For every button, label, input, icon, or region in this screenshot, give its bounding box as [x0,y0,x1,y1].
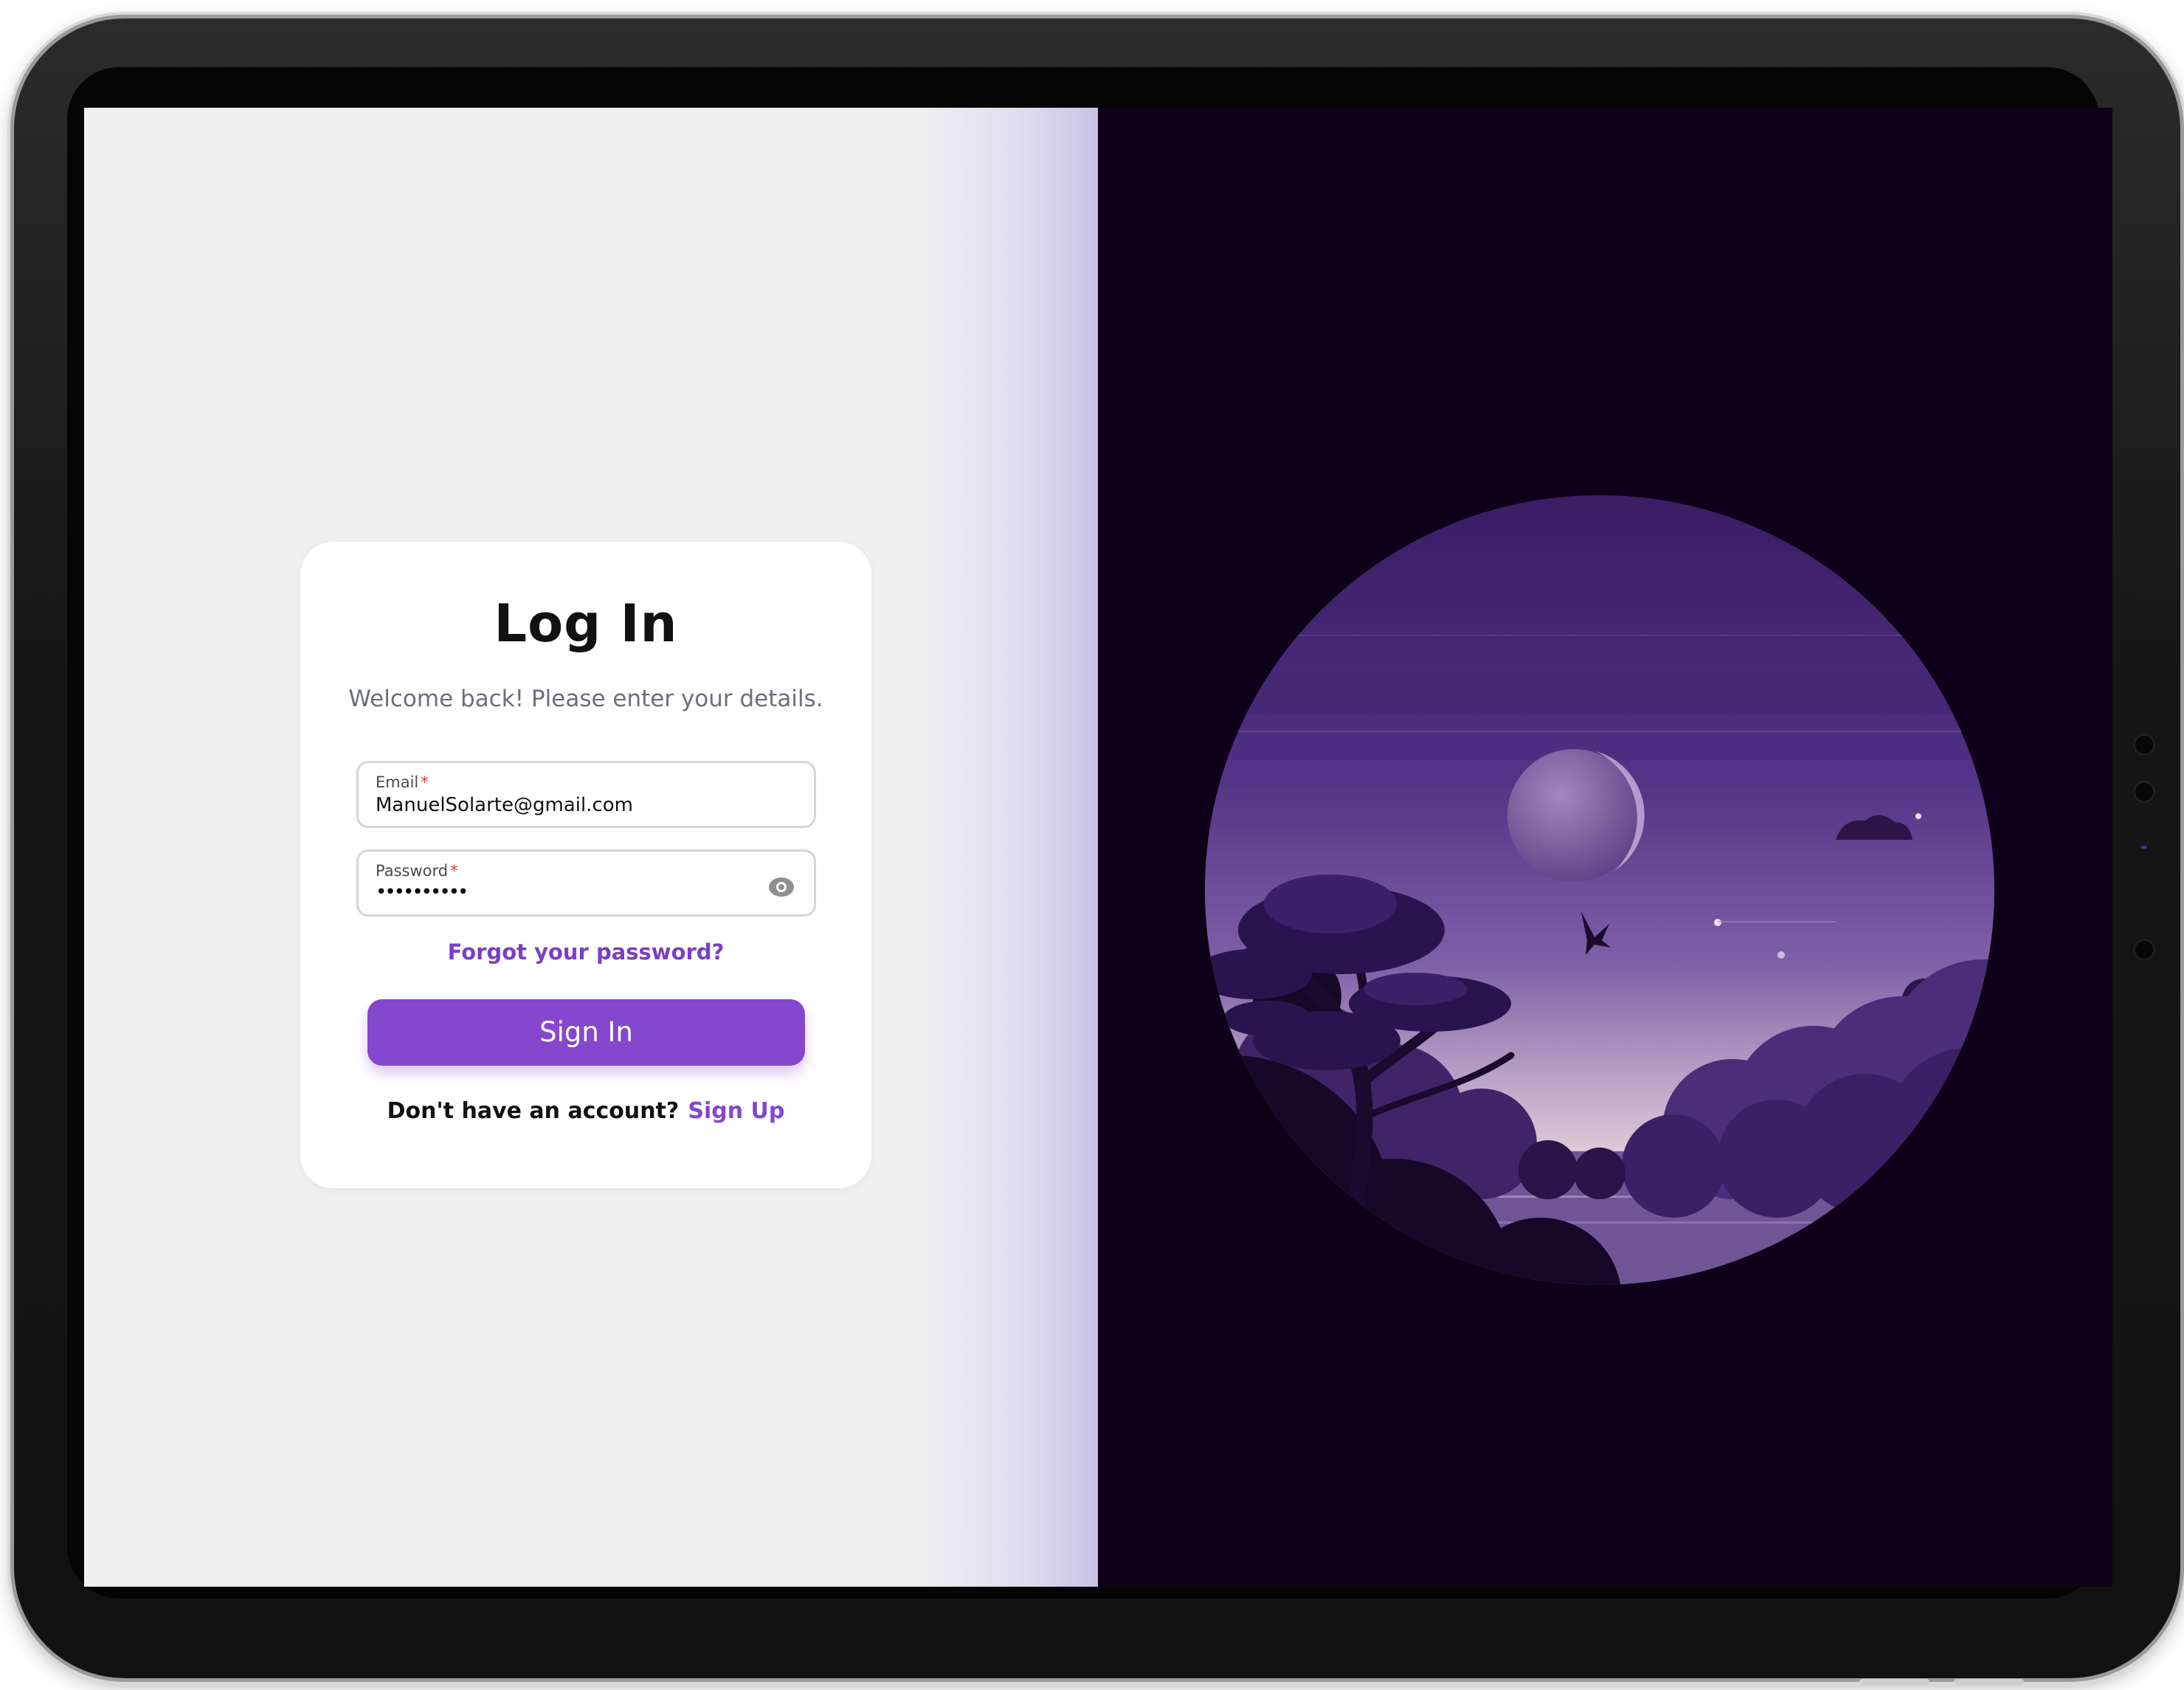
side-sensor-dot [2133,781,2155,803]
power-button [1954,1679,2024,1685]
night-landscape-illustration [1205,495,1994,1285]
password-value[interactable]: •••••••••• [376,881,469,903]
sign-in-button[interactable]: Sign In [367,999,805,1066]
login-panel: Log In Welcome back! Please enter your d… [84,108,1098,1587]
screen: Log In Welcome back! Please enter your d… [84,108,2112,1587]
password-label-text: Password [376,862,449,880]
email-value[interactable]: ManuelSolarte@gmail.com [376,794,633,816]
side-button-dot [2133,939,2155,961]
email-label: Email * [376,773,429,791]
email-label-text: Email [376,773,419,791]
page-title: Log In [494,593,678,654]
password-required-mark: * [450,862,458,880]
forgot-password-link[interactable]: Forgot your password? [300,939,871,965]
email-field[interactable]: Email * ManuelSolarte@gmail.com [356,761,816,828]
login-card: Log In Welcome back! Please enter your d… [300,541,872,1189]
sign-up-link[interactable]: Sign Up [688,1098,784,1124]
side-camera-dot [2133,734,2155,756]
volume-button [1859,1679,1929,1685]
password-label: Password * [376,862,458,880]
illustration-panel [1098,108,2112,1587]
password-field[interactable]: Password * •••••••••• [356,849,816,917]
email-required-mark: * [421,773,429,791]
page-subtitle: Welcome back! Please enter your details. [348,686,823,712]
no-account-text: Don't have an account? [387,1098,680,1124]
signup-row: Don't have an account? Sign Up [300,1098,871,1124]
eye-icon[interactable] [768,876,795,898]
side-indicator-light [2141,846,2147,849]
